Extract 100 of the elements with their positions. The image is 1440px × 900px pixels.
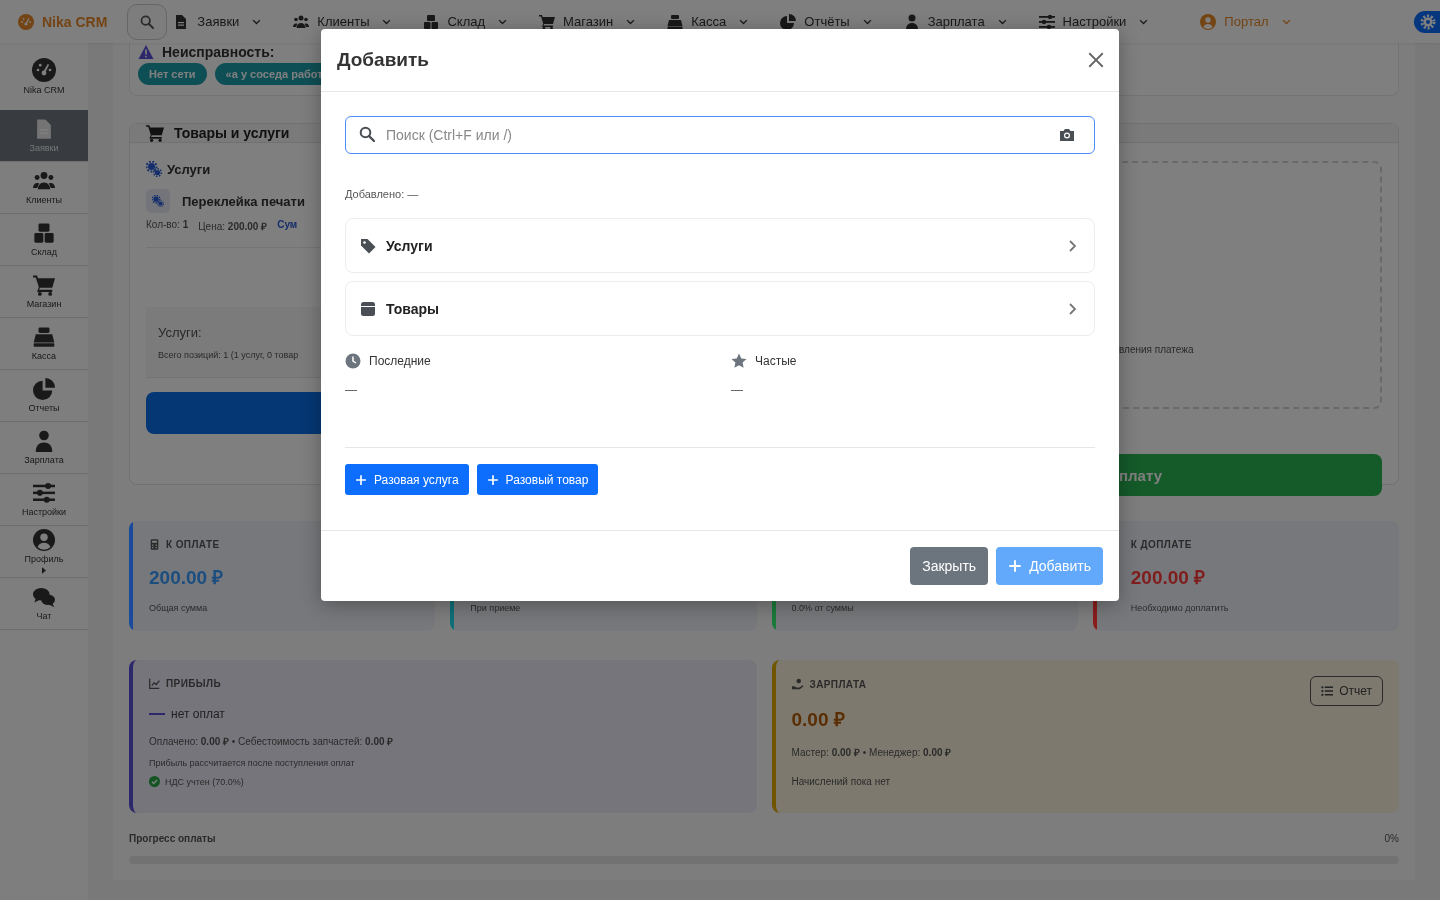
- settings-button[interactable]: [1414, 10, 1440, 33]
- stat-note: Общая сумма: [149, 603, 209, 613]
- cash-register-icon: [33, 326, 55, 348]
- user-icon: [1200, 13, 1217, 30]
- nav-menu-item[interactable]: Магазин: [529, 13, 647, 30]
- cart-icon: [33, 274, 55, 296]
- gauge-icon: [18, 13, 34, 30]
- caret-right-icon: [42, 567, 46, 574]
- pie-chart-icon: [33, 378, 55, 400]
- sliders-icon: [1038, 13, 1055, 30]
- stat-note: Необходимо доплатить: [1130, 603, 1230, 613]
- stat-label: К ОПЛАТЕ: [166, 539, 220, 550]
- list-icon: [1321, 685, 1334, 697]
- empty-list-text: —: [731, 383, 744, 397]
- card-title: Товары и услуги: [174, 125, 290, 141]
- cart-icon: [539, 13, 556, 30]
- sidebar-item[interactable]: Чат: [0, 578, 88, 630]
- chart-line-icon: [149, 678, 160, 689]
- gauge-icon: [32, 58, 56, 82]
- sidebar-item[interactable]: Касса: [0, 318, 88, 370]
- sidebar-item[interactable]: Отчеты: [0, 370, 88, 422]
- close-button[interactable]: Закрыть: [910, 547, 989, 585]
- card-label: ЗАРПЛАТА: [809, 678, 867, 690]
- close-icon: [1087, 51, 1105, 69]
- profit-hint: Прибыль рассчитается после поступления оплат: [149, 758, 356, 768]
- stat-note: 0.0% от суммы: [791, 603, 855, 613]
- item-sum: Сум: [277, 219, 298, 232]
- plus-icon: [355, 473, 367, 486]
- vat-note: НДС учтен (70.0%): [165, 776, 244, 787]
- stat-value: 200.00 ₽: [1130, 566, 1207, 590]
- cogs-icon: [152, 195, 164, 207]
- dash-mark: [149, 713, 165, 715]
- clock-icon: [345, 353, 361, 369]
- person-icon: [33, 430, 55, 452]
- sidebar-item[interactable]: Профиль: [0, 526, 88, 578]
- empty-list-text: —: [345, 383, 358, 397]
- item-quantity: Кол-во: 1: [146, 219, 189, 232]
- category-row[interactable]: Товары: [345, 281, 1095, 336]
- users-icon: [293, 13, 310, 30]
- star-icon: [731, 353, 747, 369]
- camera-button[interactable]: [1059, 127, 1075, 143]
- category-row[interactable]: Услуги: [345, 218, 1095, 273]
- sidebar-item[interactable]: Магазин: [0, 266, 88, 318]
- nav-menu-item[interactable]: Касса: [657, 13, 760, 30]
- sidebar-item[interactable]: Клиенты: [0, 162, 88, 214]
- summary-title: Услуги:: [158, 324, 203, 340]
- tag: Нет сети: [138, 63, 207, 85]
- quick-add-button[interactable]: Разовый товар: [476, 464, 599, 495]
- modal-title: Добавить: [337, 49, 430, 71]
- plus-icon: [1008, 559, 1023, 573]
- boxes-icon: [33, 222, 55, 244]
- cart-icon: [146, 124, 164, 142]
- nav-menu-item[interactable]: Отчёты: [770, 13, 883, 30]
- section-title: Неисправность:: [162, 44, 275, 60]
- added-status: Добавлено: —: [345, 188, 420, 200]
- sidebar-item[interactable]: Зарплата: [0, 422, 88, 474]
- nav-menu-item[interactable]: Склад: [413, 13, 519, 30]
- stat-label: К ДОПЛАТЕ: [1130, 539, 1192, 550]
- close-button[interactable]: [1087, 51, 1105, 69]
- search-button[interactable]: [127, 3, 168, 40]
- pie-chart-icon: [780, 13, 797, 30]
- user-icon: [33, 529, 55, 551]
- stat-value: 200.00 ₽: [149, 566, 225, 590]
- archive-icon: [360, 300, 376, 317]
- quick-add-button[interactable]: Разовая услуга: [345, 464, 469, 495]
- profit-status: нет оплат: [171, 707, 225, 721]
- salary-value: 0.00 ₽: [791, 708, 846, 732]
- sidebar-item[interactable]: Nika CRM: [0, 43, 88, 110]
- salary-split: Мастер: 0.00 ₽ • Менеджер: 0.00 ₽: [791, 746, 953, 759]
- boxes-icon: [423, 13, 440, 30]
- sliders-icon: [33, 482, 55, 504]
- search-field[interactable]: Поиск (Ctrl+F или /): [345, 116, 1095, 154]
- profit-details: Оплачено: 0.00 ₽ • Себестоимость запчастей: 0.00 ₽: [149, 735, 395, 748]
- stat-note: При приеме: [470, 603, 522, 613]
- item-name: Переклейка печати: [182, 193, 305, 209]
- calculator-icon: [149, 539, 160, 550]
- sidebar-item[interactable]: Настройки: [0, 474, 88, 526]
- hand-coin-icon: [791, 678, 804, 690]
- users-icon: [33, 170, 55, 192]
- camera-icon: [1059, 127, 1075, 143]
- tag-icon: [360, 237, 376, 254]
- list-title: Последние: [369, 354, 431, 368]
- report-button[interactable]: Отчет: [1310, 676, 1383, 706]
- section-title: Услуги: [167, 161, 211, 177]
- nav-menu-item[interactable]: Клиенты: [283, 13, 403, 30]
- nav-menu-item[interactable]: Зарплата: [893, 13, 1018, 30]
- card-label: ПРИБЫЛЬ: [166, 678, 222, 689]
- progress-label: Прогресс оплаты: [129, 833, 216, 844]
- list-title: Частые: [755, 354, 797, 368]
- cash-register-icon: [667, 13, 684, 30]
- search-icon: [140, 14, 155, 29]
- salary-note: Начислений пока нет: [791, 776, 891, 787]
- nav-menu-item[interactable]: Заявки: [163, 13, 273, 30]
- settings-icon: [1420, 13, 1436, 30]
- nav-menu-item[interactable]: Настройки: [1028, 13, 1160, 30]
- payment-note: вления платежа: [1119, 344, 1194, 355]
- progress-reading: 0%: [1384, 833, 1399, 844]
- person-icon: [903, 13, 920, 30]
- sidebar-item[interactable]: Склад: [0, 214, 88, 266]
- plus-icon: [486, 473, 499, 486]
